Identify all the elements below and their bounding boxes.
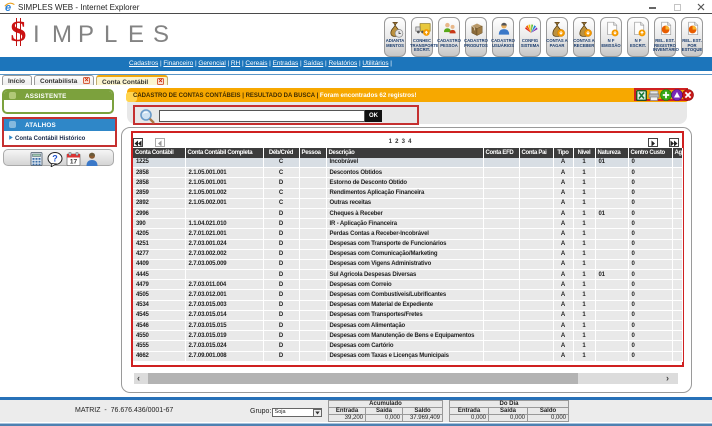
svg-text:?: ? [52,153,58,163]
svg-text:17: 17 [70,158,78,165]
